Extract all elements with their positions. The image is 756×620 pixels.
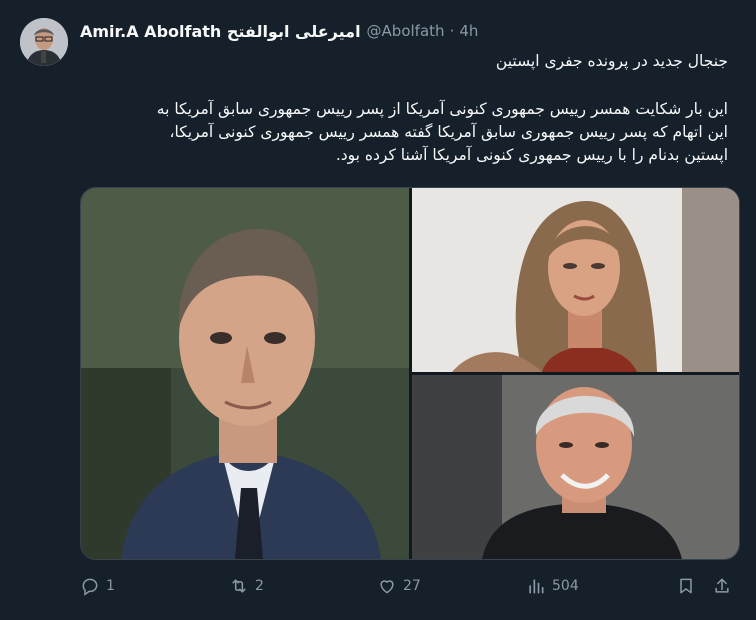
user-handle[interactable]: @Abolfath <box>367 22 445 40</box>
like-count: 27 <box>403 578 421 594</box>
share-icon <box>712 576 732 596</box>
like-button[interactable]: 27 <box>377 572 421 600</box>
photo-man-in-suit[interactable] <box>81 188 409 559</box>
tweet-header: Amir.A Abolfath امیرعلی ابوالفتح @Abolfa… <box>80 20 478 42</box>
reply-icon <box>80 576 100 596</box>
repost-button[interactable]: 2 <box>229 572 264 600</box>
tweet-body-line: این اتهام که پسر رییس جمهوری سابق آمریکا… <box>169 123 728 141</box>
display-name[interactable]: Amir.A Abolfath امیرعلی ابوالفتح <box>80 22 361 41</box>
timestamp[interactable]: 4h <box>459 22 478 40</box>
media-grid <box>80 187 740 560</box>
photo-smiling-man[interactable] <box>412 375 739 559</box>
heart-icon <box>377 576 397 596</box>
tweet-body: این بار شکایت همسر رییس جمهوری کنونی آمر… <box>68 98 728 167</box>
reply-count: 1 <box>106 578 115 594</box>
tweet-headline: جنجال جدید در پرونده جفری اپستین <box>495 52 728 70</box>
avatar[interactable] <box>20 18 68 66</box>
repost-icon <box>229 576 249 596</box>
bookmark-button[interactable] <box>676 572 696 600</box>
action-bar: 1 2 27 504 <box>80 572 740 600</box>
separator-dot: · <box>449 22 455 40</box>
tweet[interactable]: Amir.A Abolfath امیرعلی ابوالفتح @Abolfa… <box>0 0 756 620</box>
views-chart-icon <box>526 576 546 596</box>
views-count: 504 <box>552 578 579 594</box>
reply-button[interactable]: 1 <box>80 572 115 600</box>
tweet-body-line: این بار شکایت همسر رییس جمهوری کنونی آمر… <box>156 100 728 118</box>
repost-count: 2 <box>255 578 264 594</box>
views-button[interactable]: 504 <box>526 572 579 600</box>
photo-woman-portrait[interactable] <box>412 188 739 372</box>
tweet-body-line: اپستین بدنام را با رییس جمهوری کنونی آمر… <box>335 146 728 164</box>
bookmark-icon <box>676 576 696 596</box>
share-button[interactable] <box>712 572 732 600</box>
